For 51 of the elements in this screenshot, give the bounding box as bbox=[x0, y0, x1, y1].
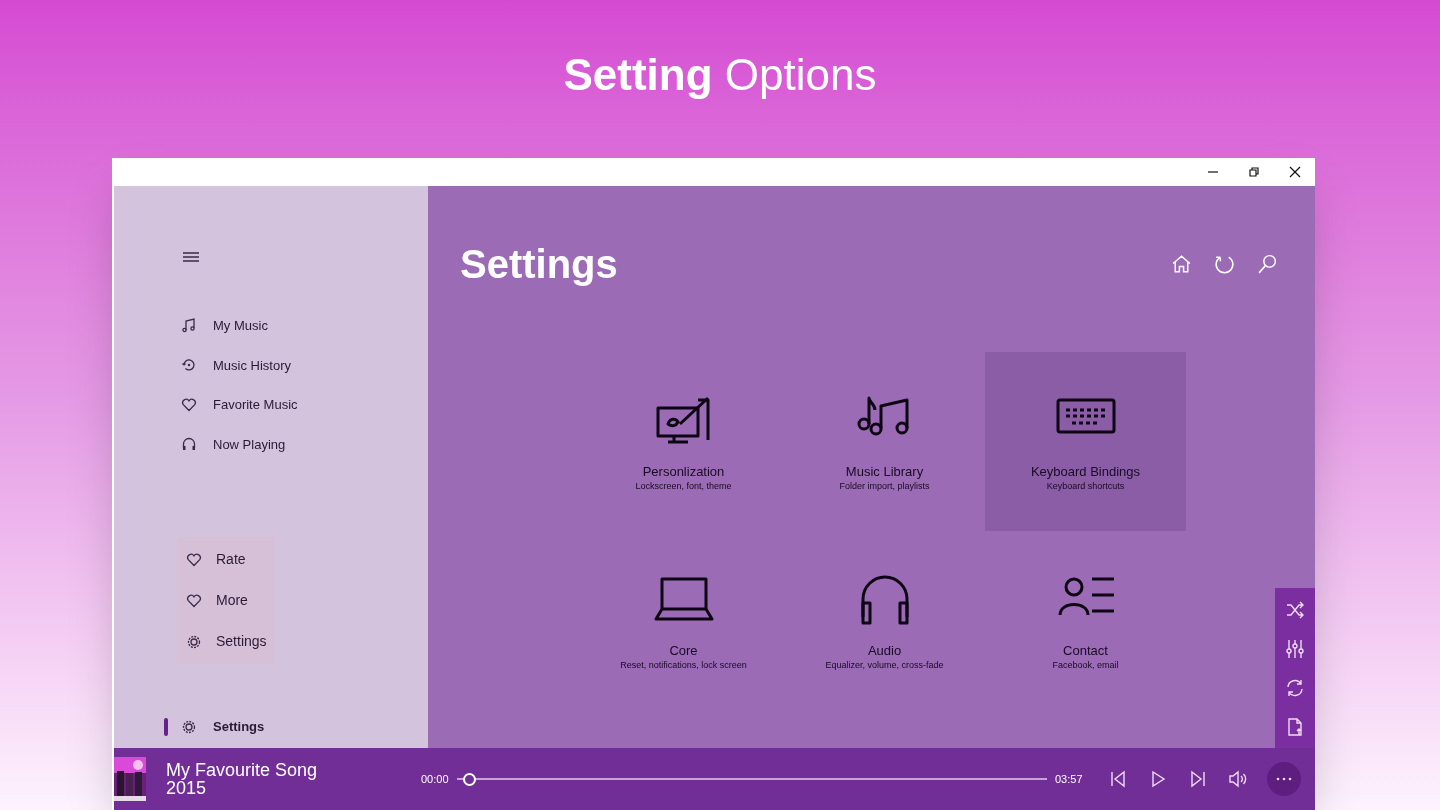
shuffle-icon[interactable] bbox=[1285, 599, 1305, 620]
home-icon[interactable] bbox=[1170, 252, 1193, 276]
gear-icon bbox=[181, 719, 197, 735]
sidebar-item[interactable]: Now Playing bbox=[211, 434, 288, 454]
tile-subtitle: Facebook, email bbox=[1052, 659, 1119, 672]
banner-title: Setting Options bbox=[563, 49, 877, 101]
sidebar-item[interactable]: More bbox=[216, 590, 248, 611]
repeat-icon[interactable] bbox=[1285, 677, 1305, 698]
sidebar-item[interactable]: Settings bbox=[216, 631, 267, 652]
tile-subtitle: Reset, notifications, lock screen bbox=[620, 659, 747, 672]
settings-tile[interactable]: Core Reset, notifications, lock screen bbox=[583, 531, 784, 710]
tile-title: Core bbox=[669, 643, 698, 659]
sidebar-item[interactable]: My Music bbox=[211, 316, 270, 336]
elapsed-time: 00:00 bbox=[421, 771, 450, 787]
tile-title: Contact bbox=[1063, 643, 1108, 659]
heart-icon bbox=[186, 551, 202, 568]
settings-tile[interactable]: Keyboard Bindings Keyboard shortcuts bbox=[985, 352, 1186, 531]
next-icon[interactable] bbox=[1188, 769, 1208, 789]
settings-tile[interactable]: Personlization Lockscreen, font, theme bbox=[583, 352, 784, 531]
settings-tile[interactable]: Contact Facebook, email bbox=[985, 531, 1186, 710]
search-icon[interactable] bbox=[1256, 252, 1279, 276]
music-note-icon bbox=[181, 317, 197, 334]
sidebar-item[interactable]: Rate bbox=[216, 549, 246, 570]
settings-tile[interactable]: Audio Equalizer, volume, cross-fade bbox=[784, 531, 985, 710]
previous-icon[interactable] bbox=[1108, 769, 1128, 789]
tile-subtitle: Equalizer, volume, cross-fade bbox=[825, 659, 944, 672]
sidebar-item[interactable]: Music History bbox=[211, 355, 293, 375]
tile-subtitle: Keyboard shortcuts bbox=[1046, 480, 1125, 493]
duration-time: 03:57 bbox=[1055, 771, 1084, 787]
song-year: 2015 bbox=[166, 779, 208, 797]
seek-slider[interactable] bbox=[457, 772, 1047, 786]
song-title: My Favourite Song bbox=[166, 761, 319, 779]
equalizer-icon[interactable] bbox=[1285, 638, 1305, 659]
sidebar-item[interactable]: Favorite Music bbox=[211, 395, 300, 415]
tile-title: Personlization bbox=[642, 464, 725, 480]
tile-subtitle: Lockscreen, font, theme bbox=[635, 480, 732, 493]
settings-tile[interactable]: Music Library Folder import, playlists bbox=[784, 352, 985, 531]
heart-icon bbox=[181, 396, 197, 413]
more-icon bbox=[1276, 777, 1292, 781]
tile-title: Audio bbox=[867, 643, 902, 659]
gear-icon bbox=[186, 633, 202, 650]
sidebar-item[interactable]: Settings bbox=[211, 717, 267, 737]
tile-title: Music Library bbox=[845, 464, 924, 480]
heart-icon bbox=[186, 592, 202, 609]
history-icon bbox=[181, 357, 197, 374]
tile-subtitle: Folder import, playlists bbox=[839, 480, 930, 493]
headphones-icon bbox=[181, 436, 197, 453]
tile-title: Keyboard Bindings bbox=[1030, 464, 1141, 480]
file-icon[interactable] bbox=[1285, 716, 1305, 737]
page-title: Settings bbox=[460, 241, 618, 288]
volume-icon[interactable] bbox=[1228, 769, 1248, 789]
